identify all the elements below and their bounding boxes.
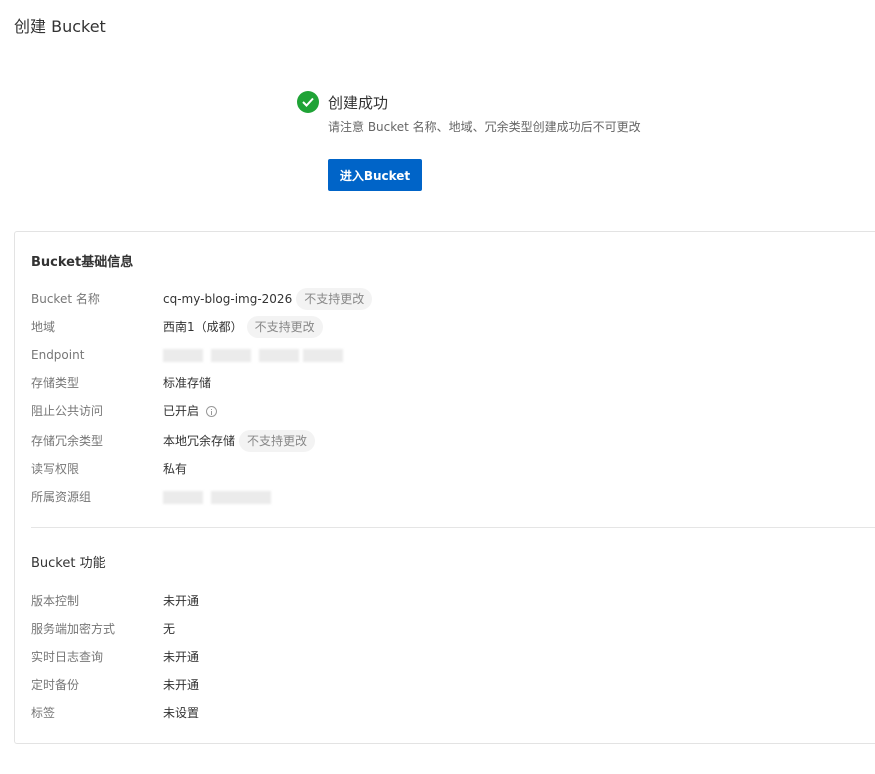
immutable-tag: 不支持更改	[246, 316, 323, 338]
row-label: Endpoint	[31, 348, 85, 362]
features-title: Bucket 功能	[31, 556, 106, 571]
acl-value: 私有	[163, 462, 188, 476]
row-label: 标签	[31, 706, 56, 720]
storage-class-value: 标准存储	[163, 376, 212, 390]
row-label: 服务端加密方式	[31, 622, 116, 636]
row-value-wrap: cq-my-blog-img-2026 不支持更改	[163, 288, 373, 310]
success-subtitle: 请注意 Bucket 名称、地域、冗余类型创建成功后不可更改	[328, 120, 641, 134]
row-value-wrap: 西南1（成都） 不支持更改	[163, 316, 323, 338]
versioning-value: 未开通	[163, 594, 200, 608]
row-label: 存储冗余类型	[31, 434, 104, 448]
redacted-block	[163, 348, 203, 362]
redundancy-value: 本地冗余存储	[163, 434, 236, 448]
row-value-wrap: 已开启	[163, 400, 218, 422]
tags-value: 未设置	[163, 706, 200, 720]
row-label: 版本控制	[31, 594, 80, 608]
encryption-value: 无	[163, 622, 176, 636]
realtime-log-value: 未开通	[163, 650, 200, 664]
redacted-block	[211, 348, 251, 362]
row-label: 所属资源组	[31, 490, 92, 504]
scheduled-backup-value: 未开通	[163, 678, 200, 692]
section-divider	[31, 527, 875, 528]
endpoint-value	[163, 348, 343, 362]
immutable-tag: 不支持更改	[296, 288, 373, 310]
row-value-wrap: 本地冗余存储 不支持更改	[163, 430, 316, 452]
enter-bucket-button[interactable]: 进入Bucket	[328, 159, 422, 191]
resource-group-value	[163, 490, 271, 504]
info-icon[interactable]	[206, 405, 218, 417]
row-label: 存储类型	[31, 376, 80, 390]
redacted-block	[163, 490, 203, 504]
row-label: 实时日志查询	[31, 650, 104, 664]
bucket-name-value: cq-my-blog-img-2026	[163, 292, 293, 306]
redacted-block	[211, 490, 271, 504]
check-circle-icon	[297, 91, 319, 113]
redacted-block	[303, 348, 343, 362]
immutable-tag: 不支持更改	[239, 430, 316, 452]
redacted-block	[259, 348, 299, 362]
block-public-access-value: 已开启	[163, 404, 200, 418]
success-title: 创建成功	[328, 94, 389, 112]
basic-info-title: Bucket基础信息	[31, 255, 134, 270]
bucket-info-card: Bucket基础信息 Bucket 名称 cq-my-blog-img-2026…	[14, 231, 875, 744]
row-label: 阻止公共访问	[31, 404, 104, 418]
row-label: 读写权限	[31, 462, 80, 476]
region-value: 西南1（成都）	[163, 320, 243, 334]
row-label: Bucket 名称	[31, 292, 100, 306]
row-label: 地域	[31, 320, 56, 334]
row-label: 定时备份	[31, 678, 80, 692]
page-title: 创建 Bucket	[14, 17, 106, 36]
